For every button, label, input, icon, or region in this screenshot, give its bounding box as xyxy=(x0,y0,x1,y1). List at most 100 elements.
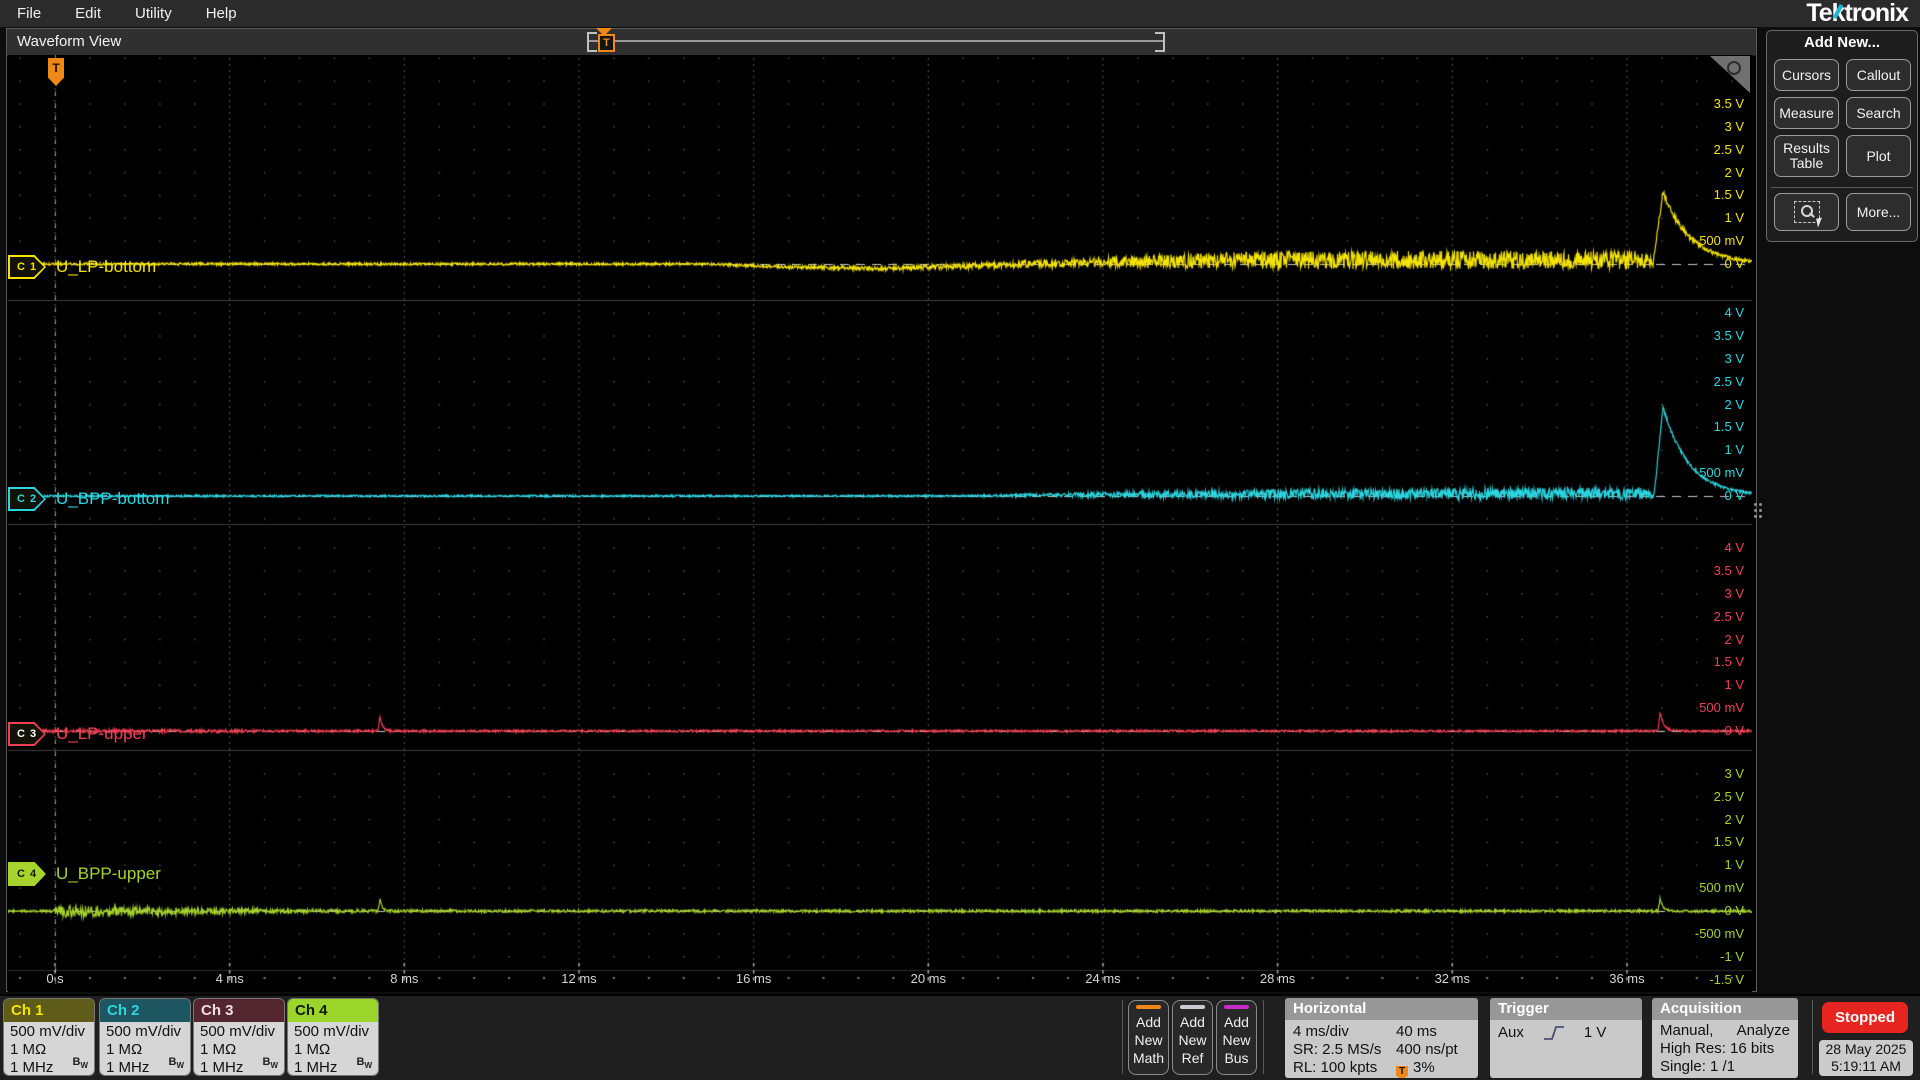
axis-label-c3: 2 V xyxy=(1724,631,1744,647)
axis-label-c1: 500 mV xyxy=(1699,233,1744,249)
zoom-select-icon xyxy=(1793,201,1824,228)
axis-label-c3: 1.5 V xyxy=(1713,654,1744,670)
axis-label-c3: 2.5 V xyxy=(1713,608,1744,624)
pan-bracket-right[interactable] xyxy=(1155,32,1165,52)
axis-label-c4: 2 V xyxy=(1724,811,1744,827)
add-new-math-button[interactable]: Add New Math xyxy=(1128,1000,1169,1075)
axis-label-c3: 4 V xyxy=(1724,540,1744,556)
acquisition-mode: Manual, xyxy=(1660,1022,1714,1039)
channel-label-c1[interactable]: U_LP-bottom xyxy=(56,257,156,277)
channel-badge-c1[interactable]: C 1 xyxy=(8,255,46,279)
axis-label-c3: 500 mV xyxy=(1699,700,1744,716)
channel-label-c2[interactable]: U_BPP-bottom xyxy=(56,489,169,509)
channel-card-title: Ch 3 xyxy=(194,999,284,1022)
axis-label-c4: -500 mV xyxy=(1694,925,1744,941)
axis-label-c1: 1.5 V xyxy=(1713,187,1744,203)
zoom-select-button[interactable] xyxy=(1774,193,1839,231)
bandwidth-limit-icon: BW xyxy=(168,1055,184,1070)
trigger-level: 1 V xyxy=(1583,1024,1607,1041)
channel-card-body: 500 mV/div 1 MΩ 1 MHz BW xyxy=(194,1022,284,1075)
more-button[interactable]: More... xyxy=(1846,193,1911,231)
logo-text-left: Te xyxy=(1806,0,1832,27)
acquisition-single: Single: 1 /1 xyxy=(1660,1058,1736,1075)
time-axis-label: 12 ms xyxy=(561,971,597,986)
channel-badge-c4[interactable]: C 4 xyxy=(8,862,46,886)
button-label: Add New Ref xyxy=(1178,1014,1207,1066)
time-axis-label: 24 ms xyxy=(1085,971,1121,986)
channel-card-title: Ch 4 xyxy=(288,999,378,1022)
horizontal-panel[interactable]: Horizontal 4 ms/div 40 ms SR: 2.5 MS/s 400… xyxy=(1285,998,1478,1078)
pan-trigger-marker-icon[interactable]: T xyxy=(598,34,615,52)
acquisition-resolution: High Res: 16 bits xyxy=(1660,1040,1775,1057)
axis-label-c2: 2.5 V xyxy=(1713,373,1744,389)
horizontal-window: 40 ms xyxy=(1396,1023,1437,1040)
acquisition-panel[interactable]: Acquisition Manual, Analyze High Res: 16 … xyxy=(1652,998,1798,1078)
add-new-callout-button[interactable]: Callout xyxy=(1846,59,1911,91)
axis-label-c3: 0 V xyxy=(1724,723,1744,738)
axis-label-c3: 1 V xyxy=(1724,677,1744,693)
button-color-bar xyxy=(1180,1005,1205,1009)
add-new-results-table-button[interactable]: Results Table xyxy=(1774,135,1839,177)
channel-badge-c2[interactable]: C 2 xyxy=(8,487,46,511)
menu-item-help[interactable]: Help xyxy=(206,5,237,22)
time-axis-label: 4 ms xyxy=(215,971,244,986)
axis-label-c4: 500 mV xyxy=(1699,880,1744,896)
divider xyxy=(1812,1000,1813,1074)
channel-label-c3[interactable]: U_LP-upper xyxy=(56,724,148,744)
add-new-ref-button[interactable]: Add New Ref xyxy=(1172,1000,1213,1075)
add-new-cursors-button[interactable]: Cursors xyxy=(1774,59,1839,91)
time-axis-label: 32 ms xyxy=(1434,971,1470,986)
pan-zoom-bar[interactable]: T xyxy=(587,28,1165,53)
channel-label-c4[interactable]: U_BPP-upper xyxy=(56,864,161,884)
acquisition-panel-title: Acquisition xyxy=(1652,998,1798,1020)
channel-card-body: 500 mV/div 1 MΩ 1 MHz BW xyxy=(100,1022,190,1075)
channel-card-ch3[interactable]: Ch 3 500 mV/div 1 MΩ 1 MHz BW xyxy=(193,998,285,1076)
axis-label-c4: 0 V xyxy=(1724,903,1744,918)
axis-label-c4: -1 V xyxy=(1720,948,1744,964)
button-label: Add New Math xyxy=(1132,1014,1165,1066)
menu-item-edit[interactable]: Edit xyxy=(75,5,101,22)
add-new-bus-button[interactable]: Add New Bus xyxy=(1216,1000,1257,1075)
trigger-position-pct: 3% xyxy=(1413,1059,1435,1076)
channel-scale: 500 mV/div xyxy=(294,1023,370,1040)
menu-item-utility[interactable]: Utility xyxy=(135,5,172,22)
axis-label-c1: 2.5 V xyxy=(1713,141,1744,157)
datetime-display: 28 May 2025 5:19:11 AM xyxy=(1819,1040,1913,1076)
add-new-search-button[interactable]: Search xyxy=(1846,97,1911,129)
axis-label-c4: 1 V xyxy=(1724,857,1744,873)
bandwidth-limit-icon: BW xyxy=(72,1055,88,1070)
horizontal-panel-title: Horizontal xyxy=(1285,998,1478,1020)
run-stop-status-button[interactable]: Stopped xyxy=(1822,1002,1908,1033)
bandwidth-limit-icon: BW xyxy=(262,1055,278,1070)
axis-label-c2: 1.5 V xyxy=(1713,419,1744,435)
channel-card-ch4[interactable]: Ch 4 500 mV/div 1 MΩ 1 MHz BW xyxy=(287,998,379,1076)
channel-card-title: Ch 1 xyxy=(4,999,94,1022)
sidebar-divider xyxy=(1771,187,1913,188)
channel-badge-c3[interactable]: C 3 xyxy=(8,722,46,746)
axis-label-c4: -1.5 V xyxy=(1709,971,1744,987)
waveform-view-title: Waveform View xyxy=(17,33,122,50)
channel-card-ch1[interactable]: Ch 1 500 mV/div 1 MΩ 1 MHz BW xyxy=(3,998,95,1076)
axis-label-c2: 1 V xyxy=(1724,442,1744,458)
acquisition-analyze: Analyze xyxy=(1736,1022,1790,1039)
divider xyxy=(1122,1000,1123,1074)
channel-card-ch2[interactable]: Ch 2 500 mV/div 1 MΩ 1 MHz BW xyxy=(99,998,191,1076)
trigger-panel-title: Trigger xyxy=(1490,998,1642,1020)
time-axis-label: 36 ms xyxy=(1609,971,1645,986)
menu-item-file[interactable]: File xyxy=(17,5,41,22)
bandwidth-limit-icon: BW xyxy=(356,1055,372,1070)
splitter-drag-handle[interactable] xyxy=(1754,503,1762,521)
time-axis-label: 28 ms xyxy=(1259,971,1296,986)
add-new-measure-button[interactable]: Measure xyxy=(1774,97,1839,129)
tektronix-logo: Tektronix xyxy=(1806,0,1909,27)
add-new-plot-button[interactable]: Plot xyxy=(1846,135,1911,177)
axis-label-c1: 1 V xyxy=(1724,210,1744,226)
trigger-panel[interactable]: Trigger Aux 1 V xyxy=(1490,998,1642,1078)
waveform-plot[interactable] xyxy=(8,55,1752,992)
pan-bar-line xyxy=(587,40,1165,42)
button-color-bar xyxy=(1136,1005,1161,1009)
trigger-source: Aux xyxy=(1498,1024,1524,1041)
axis-label-c2: 3.5 V xyxy=(1713,328,1744,344)
axis-label-c3: 3 V xyxy=(1724,585,1744,601)
button-label: Add New Bus xyxy=(1222,1014,1251,1066)
